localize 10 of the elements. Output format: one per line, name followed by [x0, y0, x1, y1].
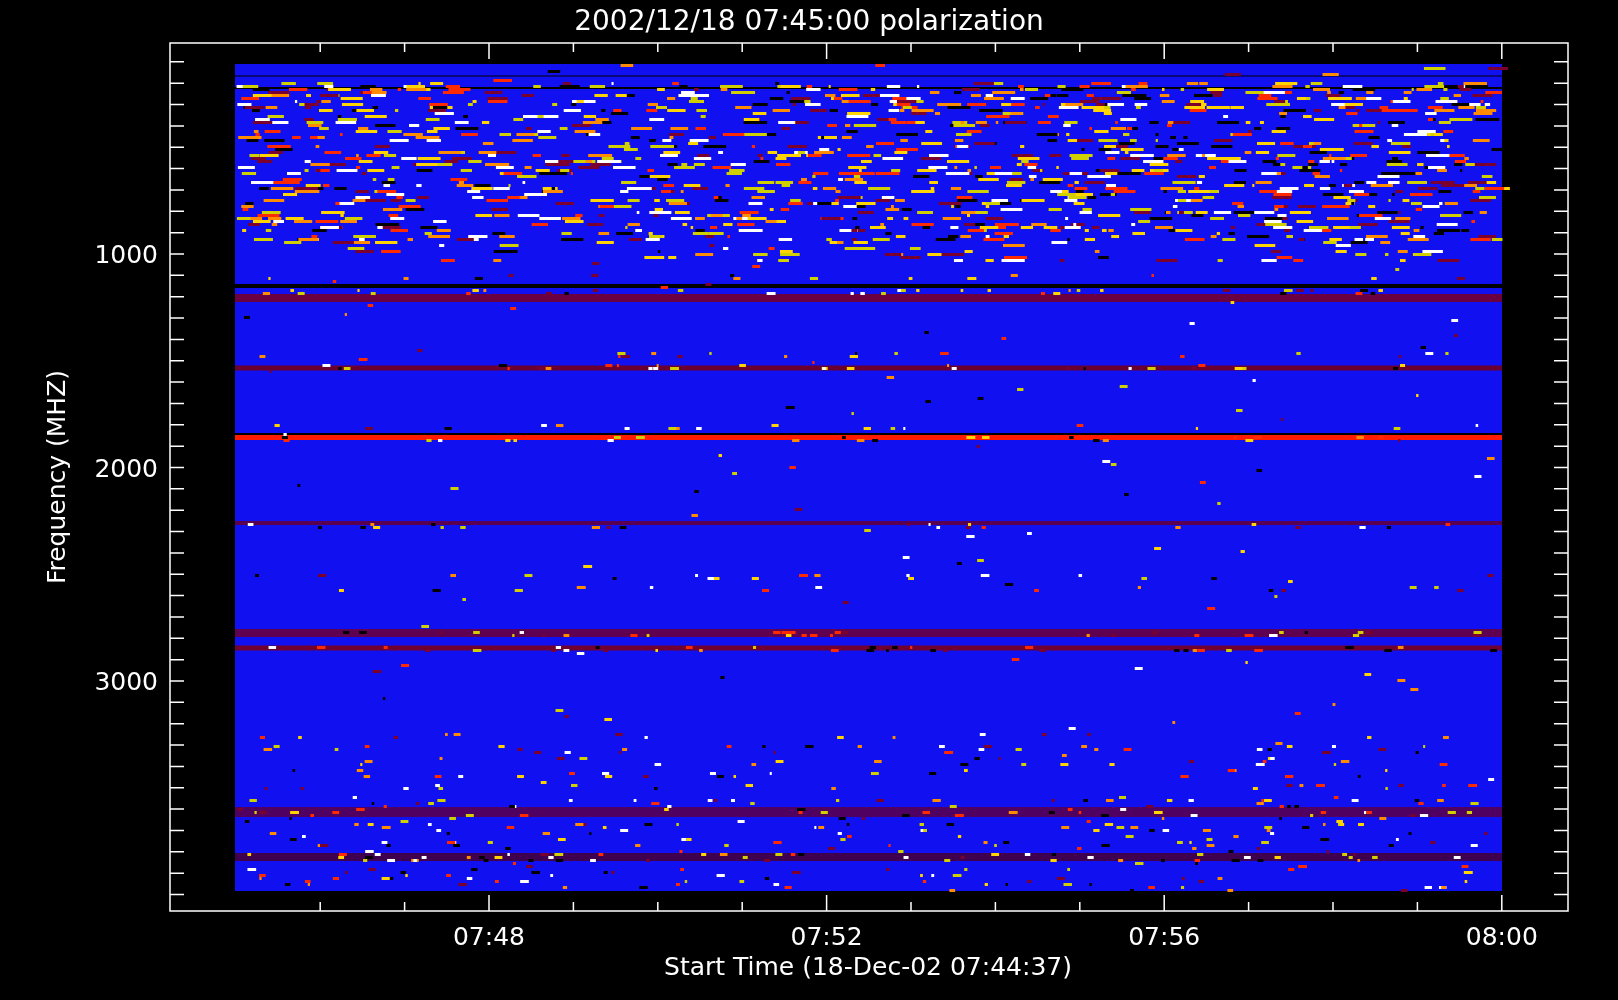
x-tick-label: 07:48 [453, 922, 525, 951]
x-tick-label: 08:00 [1465, 922, 1538, 951]
x-axis-label: Start Time (18-Dec-02 07:44:37) [664, 952, 1072, 981]
chart-title: 2002/12/18 07:45:00 polarization [574, 4, 1044, 37]
y-tick-label: 2000 [94, 453, 158, 483]
x-tick-label: 07:56 [1128, 922, 1201, 951]
y-axis-label: Frequency (MHZ) [42, 369, 71, 585]
y-tick-label: 3000 [94, 667, 158, 696]
x-tick-label: 07:52 [790, 922, 863, 951]
y-tick-label: 1000 [94, 240, 158, 269]
